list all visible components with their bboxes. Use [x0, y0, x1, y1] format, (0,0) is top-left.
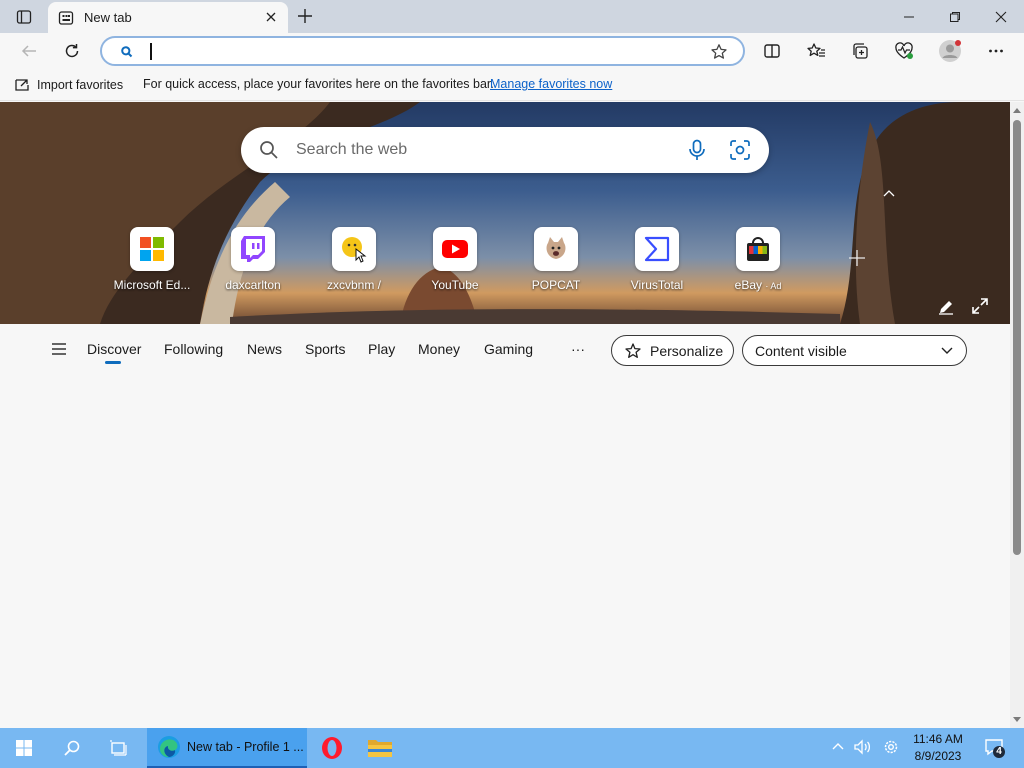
feed-tab-discover[interactable]: Discover: [87, 341, 141, 357]
quick-link-label: POPCAT: [531, 278, 581, 292]
twitch-icon: [231, 227, 275, 271]
settings-gear-icon[interactable]: [882, 738, 900, 756]
fullscreen-expand-icon[interactable]: [971, 297, 989, 315]
task-view-icon[interactable]: [96, 728, 142, 768]
back-button[interactable]: [14, 38, 44, 64]
virustotal-icon: [635, 227, 679, 271]
edit-background-icon[interactable]: [937, 298, 955, 316]
scrollbar-thumb[interactable]: [1013, 120, 1021, 555]
quick-link-label: daxcarlton: [225, 278, 281, 292]
active-tab[interactable]: New tab: [48, 2, 288, 33]
refresh-button[interactable]: [57, 38, 87, 64]
tab-actions-icon[interactable]: [8, 6, 40, 28]
voice-search-microphone-icon[interactable]: [687, 139, 707, 161]
web-search-box[interactable]: Search the web: [241, 127, 769, 173]
favorites-hint: For quick access, place your favorites h…: [143, 77, 494, 91]
taskbar-edge-window[interactable]: New tab - Profile 1 ...: [147, 728, 307, 768]
feed-more-button[interactable]: ···: [571, 341, 585, 357]
quick-link-tile[interactable]: POPCAT: [512, 227, 600, 297]
quick-link-label: eBay · Ad: [714, 278, 802, 292]
add-favorite-star-icon[interactable]: [710, 43, 728, 61]
text-caret: [150, 43, 152, 60]
minimize-button[interactable]: [886, 0, 932, 33]
split-screen-button[interactable]: [757, 38, 787, 64]
quick-link-label: YouTube: [431, 278, 479, 292]
feed-menu-hamburger-icon[interactable]: [50, 341, 68, 357]
sparkle-star-icon: [624, 342, 642, 360]
opera-browser-icon[interactable]: [309, 728, 355, 768]
feed-tab-following[interactable]: Following: [164, 341, 223, 357]
scroll-down-arrow-icon[interactable]: [1012, 716, 1022, 724]
taskbar-search-icon[interactable]: [49, 728, 95, 768]
manage-favorites-link[interactable]: Manage favorites now: [490, 77, 612, 91]
emoji-icon: [332, 227, 376, 271]
edge-window-label: New tab - Profile 1 ...: [187, 740, 304, 754]
quick-link-label: VirusTotal: [630, 278, 684, 292]
content-visibility-dropdown[interactable]: Content visible: [742, 335, 967, 366]
notification-count-badge: 4: [996, 746, 1002, 757]
ad-label: · Ad: [765, 281, 782, 291]
collections-button[interactable]: [845, 38, 875, 64]
personalize-label: Personalize: [650, 342, 724, 359]
volume-speaker-icon[interactable]: [853, 739, 873, 755]
quick-link-tile[interactable]: Microsoft Ed...: [108, 227, 196, 297]
taskbar-clock[interactable]: 11:46 AM 8/9/2023: [904, 731, 972, 765]
clock-time: 11:46 AM: [913, 732, 963, 746]
ebay-label: eBay: [734, 278, 762, 292]
start-windows-icon[interactable]: [1, 728, 47, 768]
import-icon: [14, 77, 30, 93]
quick-link-tile[interactable]: VirusTotal: [613, 227, 701, 297]
file-explorer-folder-icon[interactable]: [357, 728, 403, 768]
settings-more-button[interactable]: [981, 38, 1011, 64]
visual-search-camera-icon[interactable]: [729, 139, 751, 161]
import-favorites-label: Import favorites: [37, 78, 124, 92]
personalize-button[interactable]: Personalize: [611, 335, 734, 366]
tab-title: New tab: [84, 10, 132, 25]
favorites-button[interactable]: [801, 38, 831, 64]
close-tab-icon[interactable]: [264, 10, 278, 24]
new-tab-button[interactable]: [292, 5, 318, 27]
new-tab-favicon-icon: [58, 10, 74, 26]
show-hidden-icons-chevron-up-icon[interactable]: [831, 741, 845, 751]
content-visibility-value: Content visible: [755, 343, 847, 359]
search-icon: [120, 45, 134, 59]
collapse-chevron-up-icon[interactable]: [882, 188, 896, 198]
active-tab-indicator: [105, 361, 121, 364]
import-favorites-button[interactable]: Import favorites: [14, 77, 123, 93]
quick-link-tile[interactable]: daxcarlton: [209, 227, 297, 297]
feed-tab-gaming[interactable]: Gaming: [484, 341, 533, 357]
search-placeholder: Search the web: [296, 141, 408, 158]
quick-link-tile[interactable]: eBay · Ad: [714, 227, 802, 297]
favorites-bar: Import favorites For quick access, place…: [0, 69, 1024, 101]
close-window-button[interactable]: [978, 0, 1024, 33]
profile-avatar[interactable]: [935, 38, 965, 64]
chevron-down-icon: [940, 345, 954, 355]
edge-browser-icon: [157, 735, 181, 759]
ebay-icon: [736, 227, 780, 271]
scroll-up-arrow-icon[interactable]: [1012, 106, 1022, 114]
quick-link-tile[interactable]: zxcvbnm /: [310, 227, 398, 297]
quick-link-label: Microsoft Ed...: [113, 278, 191, 292]
popcat-icon: [534, 227, 578, 271]
search-icon: [259, 140, 279, 160]
quick-link-tile[interactable]: YouTube: [411, 227, 499, 297]
browser-essentials-button[interactable]: [889, 38, 919, 64]
add-shortcut-icon[interactable]: [848, 249, 866, 267]
feed-tab-play[interactable]: Play: [368, 341, 395, 357]
quick-link-label: zxcvbnm /: [326, 278, 381, 292]
action-center-notification-icon[interactable]: 4: [984, 737, 1006, 759]
feed-tab-news[interactable]: News: [247, 341, 282, 357]
feed-tab-sports[interactable]: Sports: [305, 341, 345, 357]
microsoft-icon: [130, 227, 174, 271]
feed-tab-money[interactable]: Money: [418, 341, 460, 357]
address-bar[interactable]: [100, 36, 745, 66]
restore-button[interactable]: [932, 0, 978, 33]
clock-date: 8/9/2023: [914, 749, 962, 763]
youtube-icon: [433, 227, 477, 271]
